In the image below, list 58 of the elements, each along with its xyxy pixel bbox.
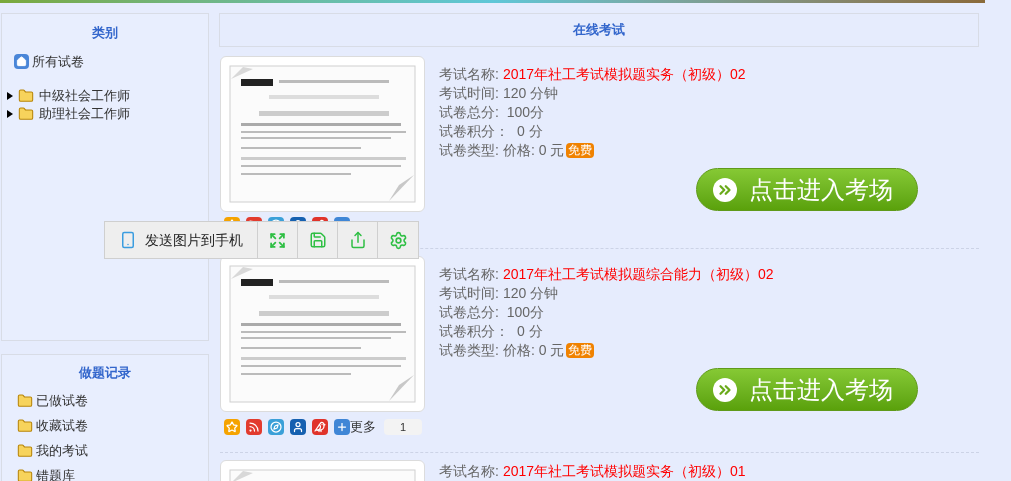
folder-icon — [17, 468, 33, 481]
field-label: 试卷总分: — [439, 303, 499, 322]
record-link[interactable]: 错题库 — [36, 466, 75, 481]
field-value: 120 分钟 — [501, 284, 559, 303]
tree-item[interactable]: 助理社会工作师 — [39, 104, 130, 124]
send-to-phone-button[interactable]: 发送图片到手机 — [105, 222, 258, 258]
field-label: 考试名称: — [439, 461, 499, 481]
field-label: 考试名称: — [439, 265, 499, 284]
field-label: 试卷积分： — [439, 322, 509, 341]
record-link[interactable]: 收藏试卷 — [36, 416, 88, 436]
free-badge: 免费 — [566, 343, 595, 358]
compass-icon[interactable] — [268, 418, 284, 435]
folder-icon — [17, 393, 33, 409]
field-value: 0 分 — [515, 322, 543, 341]
record-link[interactable]: 已做试卷 — [36, 391, 88, 411]
field-value: 120 分钟 — [501, 84, 559, 103]
field-value: 100分 — [505, 303, 545, 322]
field-value: 价格: 0 元 — [501, 141, 565, 160]
settings-icon — [388, 230, 408, 250]
panel-title: 类别 — [91, 24, 119, 42]
fast-forward-icon — [713, 177, 737, 202]
caret-icon[interactable] — [7, 92, 13, 100]
field-label: 试卷类型: — [439, 141, 499, 160]
field-label: 考试时间: — [439, 84, 499, 103]
tree-item[interactable]: 所有试卷 — [32, 51, 84, 71]
tree-item[interactable]: 中级社会工作师 — [39, 86, 130, 106]
field-label: 试卷类型: — [439, 341, 499, 360]
field-label: 考试时间: — [439, 284, 499, 303]
plus-icon[interactable] — [334, 418, 350, 435]
main-title: 在线考试 — [573, 21, 625, 40]
field-value: 0 分 — [515, 122, 543, 141]
folder-icon — [17, 443, 33, 459]
field-label: 考试名称: — [439, 65, 499, 84]
free-badge: 免费 — [566, 143, 595, 158]
person-icon[interactable] — [290, 418, 306, 435]
expand-icon — [269, 231, 286, 249]
folder-icon — [18, 88, 34, 104]
record-link[interactable]: 我的考试 — [36, 441, 88, 461]
share-icon — [348, 231, 367, 249]
panel-title: 做题记录 — [77, 364, 132, 382]
field-label: 试卷积分： — [439, 122, 509, 141]
caret-icon[interactable] — [7, 110, 13, 118]
phone-icon — [119, 231, 137, 249]
field-value: 2017年社工考试模拟题综合能力（初级）02 — [501, 265, 774, 284]
rss-icon[interactable] — [246, 418, 262, 435]
folder-icon — [17, 418, 33, 434]
more-link[interactable]: 更多 — [350, 417, 376, 437]
field-value: 100分 — [505, 103, 545, 122]
field-value: 2017年社工考试模拟题实务（初级）02 — [501, 65, 746, 84]
bird-icon[interactable] — [312, 418, 328, 435]
star-icon[interactable] — [224, 418, 240, 435]
fast-forward-icon — [713, 377, 737, 402]
field-label: 试卷总分: — [439, 103, 499, 122]
folder-icon — [18, 106, 34, 122]
share-count: 1 — [384, 418, 423, 435]
field-value: 价格: 0 元 — [501, 341, 565, 360]
field-value: 2017年社工考试模拟题实务（初级）01 — [501, 461, 746, 481]
home-icon — [14, 53, 29, 69]
